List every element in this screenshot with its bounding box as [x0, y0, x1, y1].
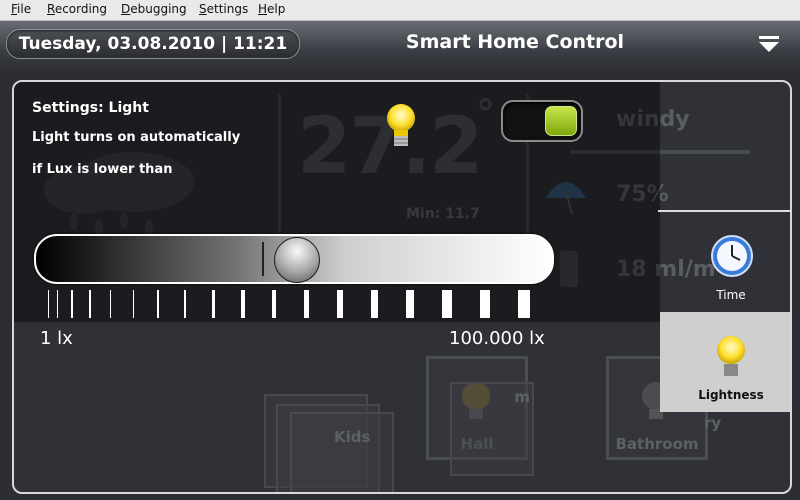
scale-tick [518, 290, 530, 318]
toggle-knob [545, 106, 577, 136]
settings-description: Light turns on automatically [32, 130, 241, 145]
menu-debugging[interactable]: Debugging [121, 2, 187, 16]
settings-title: Settings: Light [32, 100, 149, 116]
app-title: Smart Home Control [405, 31, 625, 53]
scale-tick [336, 290, 343, 318]
menu-help[interactable]: Help [258, 2, 285, 16]
settings-description: if Lux is lower than [32, 162, 173, 177]
scale-tick [71, 290, 73, 318]
menu-file[interactable]: File [11, 2, 31, 16]
scale-tick [240, 290, 245, 318]
room-label: Kids [334, 428, 371, 446]
room-card: m [450, 382, 534, 476]
sidebar-item-lightness[interactable]: Lightness [660, 312, 790, 412]
scale-tick [303, 290, 309, 318]
scale-tick [442, 290, 452, 318]
lightbulb-icon [717, 336, 745, 376]
lux-threshold-slider[interactable] [34, 234, 554, 284]
scale-tick [89, 290, 91, 318]
sidebar-item-time[interactable]: Time [660, 214, 790, 314]
scale-tick [406, 290, 415, 318]
scale-tick [479, 290, 491, 318]
scale-tick [109, 290, 112, 318]
scale-tick [157, 290, 160, 318]
auto-light-toggle[interactable] [501, 100, 583, 142]
sidebar-item-label: Time [716, 288, 746, 302]
datetime-display: Tuesday, 03.08.2010 | 11:21 [6, 29, 300, 59]
scale-max-label: 100.000 lx [449, 328, 545, 349]
scale-tick [56, 290, 58, 318]
lightbulb-icon [387, 104, 415, 146]
scale-tick [271, 290, 277, 318]
menu-bar: File Recording Debugging Settings Help [0, 0, 800, 21]
scale-tick [132, 290, 135, 318]
slider-handle[interactable] [274, 237, 320, 283]
room-label: Bathroom [615, 435, 699, 453]
lux-scale-ticks [48, 290, 548, 318]
scale-tick [183, 290, 187, 318]
room-card: Kids [290, 412, 394, 492]
scale-tick [48, 290, 49, 318]
menu-settings[interactable]: Settings [199, 2, 248, 16]
scale-tick [211, 290, 215, 318]
dropdown-menu-icon[interactable] [758, 35, 780, 53]
main-panel: 27.2 ° Min: 11.7 windy 75% 18 ml/m Kids … [12, 80, 792, 494]
clock-icon [711, 235, 753, 277]
sidebar-item-label: Lightness [698, 388, 764, 402]
scale-tick [370, 290, 378, 318]
scale-min-label: 1 lx [40, 328, 73, 349]
menu-recording[interactable]: Recording [47, 2, 107, 16]
room-label: m [514, 388, 530, 406]
divider [658, 210, 790, 212]
room-label: ry [704, 414, 722, 432]
slider-marker [262, 242, 264, 276]
app-header: Tuesday, 03.08.2010 | 11:21 Smart Home C… [0, 21, 800, 70]
